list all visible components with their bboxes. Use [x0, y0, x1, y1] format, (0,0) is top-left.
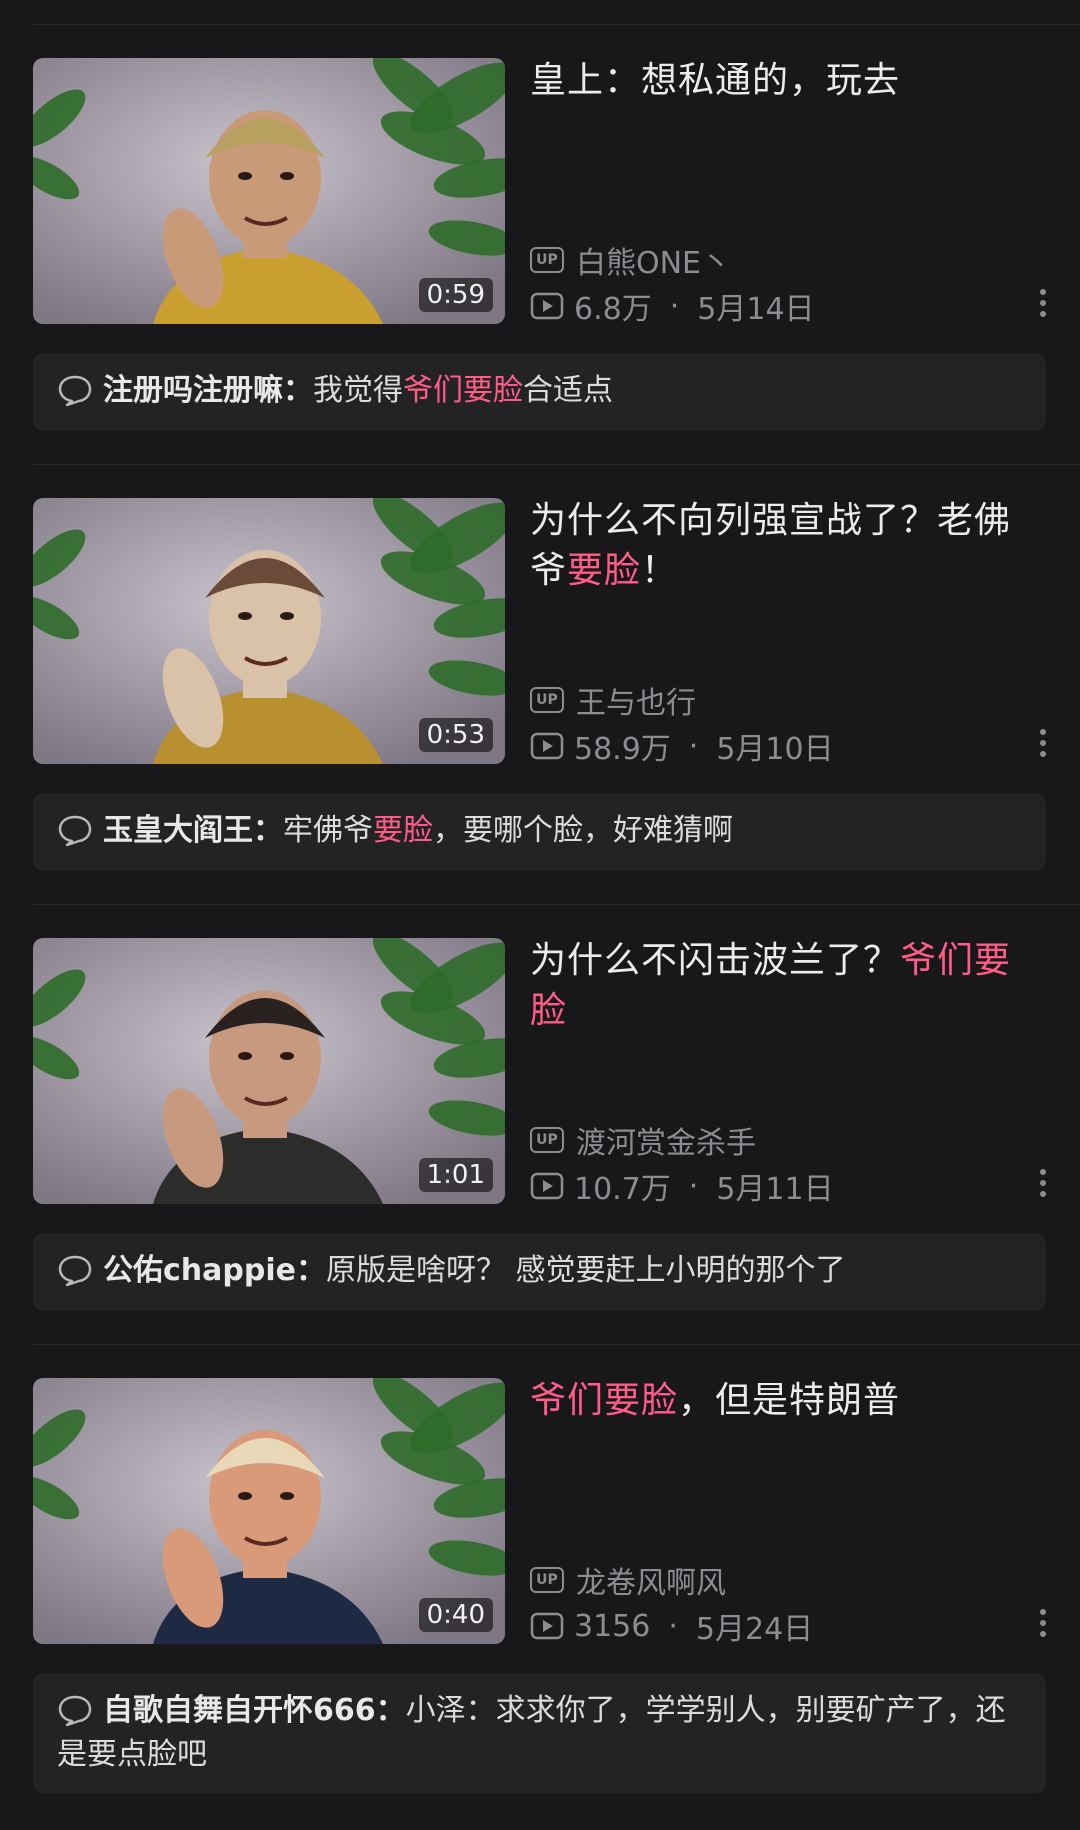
- more-vertical-icon[interactable]: [1038, 1168, 1048, 1198]
- play-count-icon: [530, 1612, 564, 1640]
- comment-text: 牢佛爷: [283, 813, 373, 848]
- comment-bubble-icon: [58, 375, 92, 406]
- comment-username[interactable]: 自歌自舞自开怀666：: [103, 1693, 406, 1728]
- upload-date: 5月14日: [697, 292, 815, 327]
- meta-separator: ·: [668, 1608, 678, 1644]
- up-badge-icon: UP: [530, 687, 564, 713]
- title-text: ！: [641, 550, 679, 591]
- meta-separator: ·: [688, 1168, 699, 1204]
- title-text: ，但是特朗普: [678, 1380, 901, 1421]
- uploader-name: 白熊ONE丶: [576, 246, 732, 281]
- view-count: 58.9万: [574, 732, 671, 767]
- stats-row: 3156 · 5月24日: [530, 1604, 813, 1648]
- upload-date: 5月24日: [695, 1612, 814, 1647]
- comment-text: ，要哪个脸，好难猜啊: [433, 813, 733, 848]
- comment-bubble-icon: [58, 1255, 92, 1286]
- stats-row: 6.8万 · 5月14日: [530, 284, 815, 328]
- top-comment[interactable]: 玉皇大阎王：牢佛爷要脸，要哪个脸，好难猜啊: [33, 793, 1046, 871]
- video-thumbnail[interactable]: 0:53: [33, 498, 505, 764]
- video-thumbnail[interactable]: 1:01: [33, 938, 505, 1204]
- video-title[interactable]: 皇上：想私通的，玩去: [530, 56, 1040, 106]
- video-duration: 1:01: [418, 1158, 493, 1192]
- uploader-name: 王与也行: [576, 686, 696, 721]
- comment-text: 原版是啥呀？ 感觉要赶上小明的那个了: [325, 1253, 846, 1288]
- video-thumbnail[interactable]: 0:59: [33, 58, 505, 324]
- comment-bubble-icon: [58, 1695, 92, 1726]
- comment-username[interactable]: 玉皇大阎王：: [103, 813, 283, 848]
- video-title[interactable]: 为什么不闪击波兰了？爷们要脸: [530, 936, 1040, 1036]
- uploader-row[interactable]: UP 王与也行: [530, 678, 696, 722]
- more-vertical-icon[interactable]: [1038, 728, 1048, 758]
- comment-bubble-icon: [58, 815, 92, 846]
- uploader-name: 龙卷风啊风: [576, 1566, 726, 1601]
- meta-separator: ·: [669, 288, 680, 324]
- up-badge-icon: UP: [530, 247, 564, 273]
- video-thumbnail[interactable]: 0:40: [33, 1378, 505, 1644]
- video-title[interactable]: 爷们要脸，但是特朗普: [530, 1376, 1040, 1426]
- top-comment[interactable]: 注册吗注册嘛：我觉得爷们要脸合适点: [33, 353, 1046, 431]
- top-comment[interactable]: 公佑chappie：原版是啥呀？ 感觉要赶上小明的那个了: [33, 1233, 1046, 1311]
- view-count: 6.8万: [574, 292, 652, 327]
- video-title[interactable]: 为什么不向列强宣战了？老佛爷要脸！: [530, 496, 1040, 596]
- video-card[interactable]: 0:59 皇上：想私通的，玩去 UP 白熊ONE丶 6.8万 · 5月14日注册吗注册嘛：我…: [0, 0, 1080, 440]
- play-count-icon: [530, 1172, 564, 1200]
- uploader-name: 渡河赏金杀手: [576, 1126, 756, 1161]
- view-count: 10.7万: [574, 1172, 671, 1207]
- title-keyword-highlight: 要脸: [567, 550, 642, 591]
- uploader-row[interactable]: UP 白熊ONE丶: [530, 238, 731, 282]
- top-comment[interactable]: 自歌自舞自开怀666：小泽：求求你了，学学别人，别要矿产了，还是要点脸吧: [33, 1673, 1046, 1793]
- comment-username[interactable]: 注册吗注册嘛：: [103, 373, 313, 408]
- view-count: 3156: [574, 1608, 651, 1644]
- more-vertical-icon[interactable]: [1038, 1608, 1048, 1638]
- video-card[interactable]: 1:01 为什么不闪击波兰了？爷们要脸 UP 渡河赏金杀手 10.7万 · 5月11日公佑c…: [0, 880, 1080, 1320]
- up-badge-icon: UP: [530, 1127, 564, 1153]
- stats-row: 10.7万 · 5月11日: [530, 1164, 834, 1208]
- video-duration: 0:59: [418, 278, 493, 312]
- comment-username[interactable]: 公佑chappie：: [103, 1253, 326, 1288]
- comment-text: 合适点: [523, 373, 613, 408]
- upload-date: 5月10日: [716, 732, 834, 767]
- video-duration: 0:40: [418, 1598, 493, 1632]
- comment-keyword-highlight: 爷们要脸: [403, 373, 523, 408]
- stats-row: 58.9万 · 5月10日: [530, 724, 834, 768]
- uploader-row[interactable]: UP 龙卷风啊风: [530, 1558, 726, 1602]
- comment-keyword-highlight: 要脸: [373, 813, 433, 848]
- up-badge-icon: UP: [530, 1567, 564, 1593]
- play-count-icon: [530, 292, 564, 320]
- title-text: 为什么不闪击波兰了？: [530, 940, 901, 981]
- video-duration: 0:53: [418, 718, 493, 752]
- uploader-row[interactable]: UP 渡河赏金杀手: [530, 1118, 756, 1162]
- more-vertical-icon[interactable]: [1038, 288, 1048, 318]
- title-keyword-highlight: 爷们要脸: [530, 1380, 679, 1421]
- video-feed: 0:59 皇上：想私通的，玩去 UP 白熊ONE丶 6.8万 · 5月14日注册吗注册嘛：我…: [0, 0, 1080, 1830]
- comment-text: 我觉得: [313, 373, 403, 408]
- video-card[interactable]: 0:53 为什么不向列强宣战了？老佛爷要脸！ UP 王与也行 58.9万 · 5月10日玉皇…: [0, 440, 1080, 880]
- upload-date: 5月11日: [716, 1172, 834, 1207]
- video-card[interactable]: 0:40 爷们要脸，但是特朗普 UP 龙卷风啊风 3156 · 5月24日自歌自舞自开怀66…: [0, 1320, 1080, 1793]
- meta-separator: ·: [688, 728, 699, 764]
- title-text: 皇上：想私通的，玩去: [530, 60, 901, 101]
- play-count-icon: [530, 732, 564, 760]
